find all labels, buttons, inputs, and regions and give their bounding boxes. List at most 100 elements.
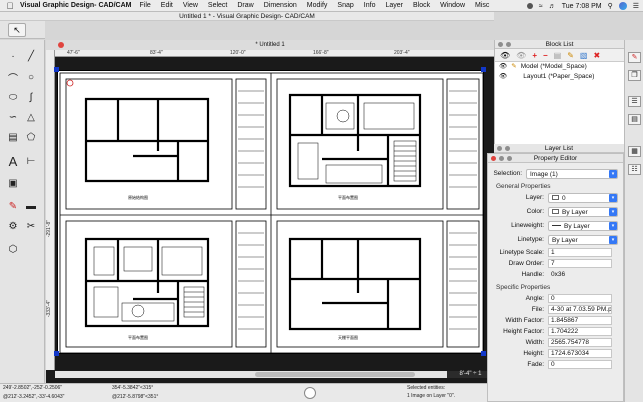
layer-list-title: Layer List [544, 145, 574, 152]
list-item[interactable]: 👁 Layout1 (*Paper_Space) [495, 72, 624, 82]
menu-select[interactable]: Select [208, 2, 227, 9]
edit-icon[interactable]: ✎ [567, 51, 574, 60]
minimize-panel-icon[interactable] [499, 156, 504, 161]
menu-info[interactable]: Info [364, 2, 376, 9]
search-icon[interactable]: ⚲ [608, 2, 613, 10]
shapes-tool-icon[interactable]: △ [23, 109, 39, 125]
ruler-top: 47'-6" 83'-4" 120'-0" 166'-8" 203'-4" [55, 50, 494, 57]
selection-handle[interactable] [481, 67, 486, 72]
status-coord: @212'-3.2452",-33'-4.6043" [3, 394, 65, 400]
edit-inspector-icon[interactable]: ✎ [628, 52, 641, 63]
point-tool-icon[interactable]: · [5, 48, 21, 64]
table-inspector-icon[interactable]: ▦ [628, 146, 641, 157]
eye-off-icon[interactable]: 👁 [516, 51, 526, 60]
circle-tool-icon[interactable]: ○ [23, 69, 39, 85]
list-item[interactable]: 👁 ✎ Model (*Model_Space) [495, 62, 624, 72]
status-icon[interactable] [526, 3, 533, 9]
menu-block[interactable]: Block [413, 2, 430, 9]
minimize-panel-icon[interactable] [506, 42, 511, 47]
height-factor-field[interactable]: 1.704222 [548, 327, 612, 336]
polygon-tool-icon[interactable]: ⬠ [23, 129, 39, 145]
close-panel-icon[interactable] [497, 146, 502, 151]
text-tool-icon[interactable]: A [5, 153, 21, 169]
menu-window[interactable]: Window [440, 2, 465, 9]
status-bar: 249'-2.8502",-252'-0.2506" 354'-5.3842"<… [0, 383, 494, 402]
close-tab-icon[interactable] [58, 42, 64, 48]
image-tool-icon[interactable]: ▣ [5, 175, 21, 191]
ellipse-tool-icon[interactable]: ⬭ [5, 89, 21, 105]
properties-inspector-icon[interactable]: ☷ [628, 164, 641, 175]
color-dropdown[interactable]: By Layer ▾ [548, 206, 618, 217]
volume-icon[interactable]: ♬ [549, 3, 556, 10]
3d-tool-icon[interactable]: ⬡ [5, 241, 21, 257]
trim-tool-icon[interactable]: ✂ [23, 218, 39, 234]
delete-icon[interactable]: ✖ [593, 51, 600, 60]
hatch-tool-icon[interactable]: ▤ [5, 129, 21, 145]
layers-inspector-icon[interactable]: ▤ [628, 114, 641, 125]
apple-icon[interactable]:  [0, 1, 20, 11]
siri-icon[interactable] [618, 2, 627, 10]
width-factor-field[interactable]: 1.845867 [548, 316, 612, 325]
sheet-label: 天棚平面图 [338, 334, 358, 340]
menu-edit[interactable]: Edit [161, 2, 173, 9]
eye-icon[interactable]: 👁 [499, 72, 507, 82]
line-tool-icon[interactable]: ╱ [23, 48, 39, 64]
menu-misc[interactable]: Misc [475, 2, 489, 9]
symbol-tool-icon[interactable]: ⚙ [5, 218, 21, 234]
floor-plan-image[interactable]: 原始结构图 平面布置图 平面布置图 天棚平面图 [57, 70, 484, 354]
linetype-scale-field[interactable]: 1 [548, 248, 612, 257]
notification-center-icon[interactable]: ☰ [633, 2, 639, 10]
selection-dropdown[interactable]: Image (1) ▾ [526, 168, 618, 179]
angle-field[interactable]: 0 [548, 294, 612, 303]
spline-tool-icon[interactable]: ∫ [23, 89, 39, 105]
menu-modify[interactable]: Modify [307, 2, 328, 9]
selection-handle[interactable] [54, 67, 59, 72]
menu-bar:  Visual Graphic Design- CAD/CAM File Ed… [0, 0, 643, 12]
menu-view[interactable]: View [183, 2, 198, 9]
attributes-icon[interactable]: ▧ [580, 51, 588, 60]
measure-tool-icon[interactable]: ▬ [23, 198, 39, 214]
zoom-dial-icon[interactable] [304, 387, 316, 399]
pointer-tool-button[interactable]: ↖ [8, 23, 26, 37]
status-coord: 354'-5.3842"<315° [112, 385, 154, 391]
menu-layer[interactable]: Layer [385, 2, 403, 9]
zoom-panel-icon[interactable] [507, 156, 512, 161]
minimize-panel-icon[interactable] [505, 146, 510, 151]
lineweight-dropdown[interactable]: By Layer ▾ [548, 220, 618, 231]
menu-snap[interactable]: Snap [337, 2, 353, 9]
insert-icon[interactable]: ▤ [554, 51, 562, 60]
eye-icon[interactable]: 👁 [499, 62, 507, 72]
list-inspector-icon[interactable]: ☰ [628, 96, 641, 107]
file-field[interactable]: 4-30 at 7.03.59 PM.png [548, 305, 612, 314]
height-field[interactable]: 1724.673034 [548, 349, 612, 358]
selection-handle[interactable] [481, 351, 486, 356]
add-icon[interactable]: + [532, 51, 537, 60]
copy-inspector-icon[interactable]: ❐ [628, 70, 641, 81]
width-field[interactable]: 2565.754778 [548, 338, 612, 347]
fade-field[interactable]: 0 [548, 360, 612, 369]
eye-icon[interactable]: 👁 [500, 51, 510, 60]
linetype-dropdown[interactable]: By Layer ▾ [548, 234, 618, 245]
arc-tool-icon[interactable]: ⌒ [5, 69, 21, 85]
scrollbar-thumb[interactable] [255, 372, 415, 377]
layer-dropdown[interactable]: 0 ▾ [548, 192, 618, 203]
app-menu[interactable]: Visual Graphic Design- CAD/CAM [20, 2, 132, 9]
selection-handle[interactable] [54, 351, 59, 356]
close-panel-icon[interactable] [491, 156, 496, 161]
clock[interactable]: Tue 7:08 PM [562, 3, 602, 10]
close-panel-icon[interactable] [498, 42, 503, 47]
menu-dimension[interactable]: Dimension [264, 2, 297, 9]
remove-icon[interactable]: − [543, 51, 548, 60]
edit-icon[interactable]: ✎ [511, 62, 516, 72]
draw-order-field[interactable]: 7 [548, 259, 612, 268]
freehand-tool-icon[interactable]: ∽ [5, 109, 21, 125]
edit-tool-icon[interactable]: ✎ [5, 198, 21, 214]
menu-file[interactable]: File [140, 2, 151, 9]
sheet-label: 原始结构图 [128, 194, 148, 200]
document-tab[interactable]: * Untitled 1 [46, 40, 494, 50]
horizontal-scrollbar[interactable] [55, 371, 447, 378]
wifi-icon[interactable]: ≈ [539, 3, 543, 10]
document-tab-label: * Untitled 1 [255, 42, 285, 48]
menu-draw[interactable]: Draw [237, 2, 253, 9]
dimension-tool-icon[interactable]: ⊢ [23, 153, 39, 169]
